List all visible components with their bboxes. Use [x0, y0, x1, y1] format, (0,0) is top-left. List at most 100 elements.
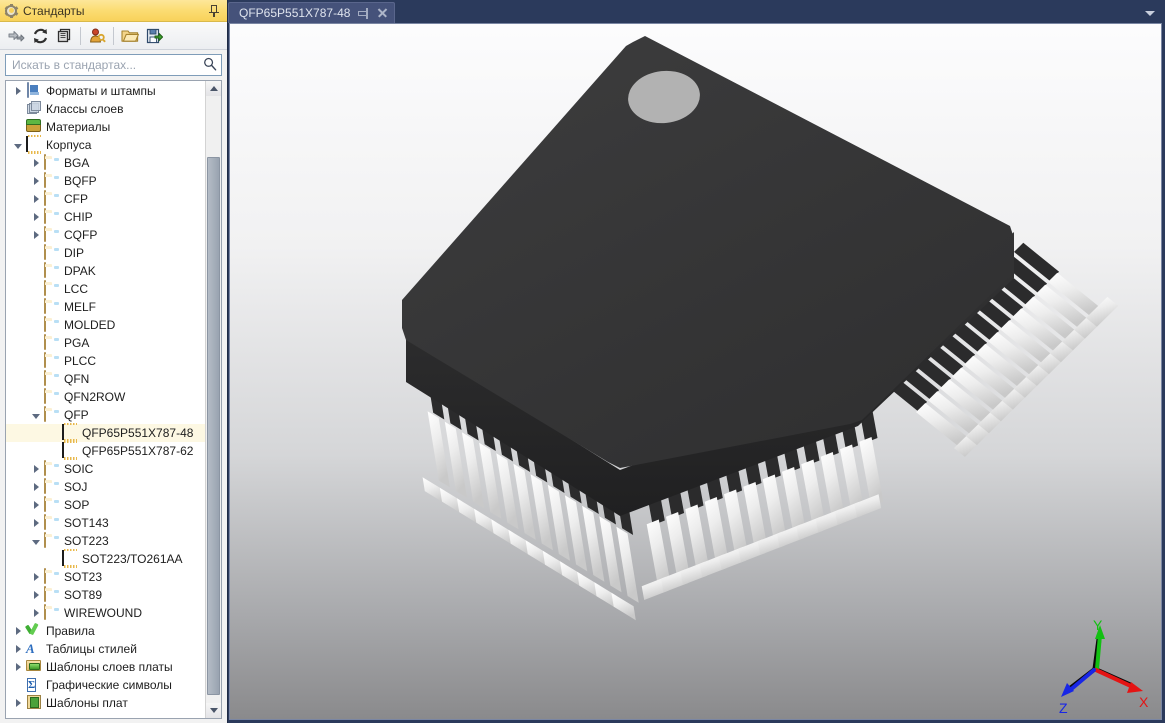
- tree-item[interactable]: CFP: [6, 190, 205, 208]
- tree-item[interactable]: Форматы и штампы: [6, 82, 205, 100]
- chevron-down-icon[interactable]: [1143, 8, 1157, 18]
- tree-expander-collapsed[interactable]: [28, 496, 44, 514]
- chip-lead: [427, 411, 450, 488]
- tree-expander-collapsed[interactable]: [28, 172, 44, 190]
- tree-item[interactable]: SOJ: [6, 478, 205, 496]
- panel-toolbar: [0, 22, 227, 50]
- tree-item[interactable]: BGA: [6, 154, 205, 172]
- tree-item[interactable]: PGA: [6, 334, 205, 352]
- tree-item[interactable]: SOP: [6, 496, 205, 514]
- tree-expander-collapsed[interactable]: [10, 82, 26, 100]
- tree-item[interactable]: Шаблоны плат: [6, 694, 205, 712]
- folder-icon: [44, 334, 60, 351]
- tree-item[interactable]: DIP: [6, 244, 205, 262]
- tree-item[interactable]: Материалы: [6, 118, 205, 136]
- tree-vertical-scrollbar[interactable]: [205, 81, 221, 718]
- tree-item[interactable]: SOT223/TO261AA: [6, 550, 205, 568]
- tree-item[interactable]: A Таблицы стилей: [6, 640, 205, 658]
- open-folder-icon[interactable]: [119, 25, 141, 47]
- tree-item-label: QFN: [64, 372, 90, 386]
- scrollbar-thumb[interactable]: [207, 157, 220, 695]
- chip-lead: [547, 484, 570, 561]
- standards-tree[interactable]: Форматы и штампы Классы слоев Материалы Кор…: [6, 81, 205, 718]
- search-icon: [204, 57, 217, 71]
- tree-item[interactable]: MELF: [6, 298, 205, 316]
- scroll-down-button[interactable]: [206, 703, 221, 718]
- search-box[interactable]: [5, 54, 222, 76]
- tree-item[interactable]: QFP65P551X787-48: [6, 424, 205, 442]
- tab-qfp65p551x787-48[interactable]: QFP65P551X787-48: [228, 2, 396, 23]
- tree-expander-collapsed[interactable]: [10, 658, 26, 676]
- panel-header: Стандарты: [0, 0, 227, 22]
- chip-lead: [461, 432, 485, 509]
- folder-icon: [44, 190, 60, 207]
- panel-pin-button[interactable]: [207, 3, 223, 19]
- tree-expander-collapsed[interactable]: [28, 154, 44, 172]
- tree-item[interactable]: SOT23: [6, 568, 205, 586]
- tree-item[interactable]: CHIP: [6, 208, 205, 226]
- tree-item[interactable]: QFN: [6, 370, 205, 388]
- panel-title: Стандарты: [23, 3, 85, 18]
- tree-item[interactable]: DPAK: [6, 262, 205, 280]
- tab-bar: QFP65P551X787-48: [228, 0, 1165, 23]
- folder-icon: [44, 352, 60, 369]
- tree-expander-collapsed[interactable]: [10, 640, 26, 658]
- chip-lead: [859, 437, 884, 507]
- save-export-icon[interactable]: [143, 25, 165, 47]
- duplicate-icon[interactable]: [53, 25, 75, 47]
- tree-item[interactable]: SOIC: [6, 460, 205, 478]
- chip-lead: [599, 516, 622, 593]
- tree-item[interactable]: Σ Графические символы: [6, 676, 205, 694]
- search-input[interactable]: [10, 55, 202, 75]
- tree-expander-collapsed[interactable]: [28, 514, 44, 532]
- tree-item[interactable]: Шаблоны слоев платы: [6, 658, 205, 676]
- user-permissions-icon[interactable]: [86, 25, 108, 47]
- tree-expander-expanded[interactable]: [28, 406, 44, 424]
- chip-lead: [444, 421, 467, 498]
- close-icon[interactable]: [376, 7, 388, 19]
- tree-expander-collapsed[interactable]: [10, 694, 26, 712]
- tree-item[interactable]: SOT89: [6, 586, 205, 604]
- model-viewport-3d[interactable]: X Y Z: [229, 23, 1162, 720]
- pin-icon[interactable]: [357, 7, 369, 19]
- tree-item[interactable]: LCC: [6, 280, 205, 298]
- tree-item[interactable]: Классы слоев: [6, 100, 205, 118]
- tree-expander-collapsed[interactable]: [28, 586, 44, 604]
- go-to-icon[interactable]: [5, 25, 27, 47]
- tree-item[interactable]: MOLDED: [6, 316, 205, 334]
- tree-item-label: SOT89: [64, 588, 103, 602]
- tree-expander-collapsed[interactable]: [28, 478, 44, 496]
- folder-icon: [44, 370, 60, 387]
- tree-item[interactable]: PLCC: [6, 352, 205, 370]
- tree-expander-expanded[interactable]: [28, 532, 44, 550]
- tree-item-label: SOT143: [64, 516, 109, 530]
- refresh-icon[interactable]: [29, 25, 51, 47]
- tree-expander-collapsed[interactable]: [10, 622, 26, 640]
- tree-expander-collapsed[interactable]: [28, 604, 44, 622]
- tree-item[interactable]: QFN2ROW: [6, 388, 205, 406]
- tree-item-label: Корпуса: [46, 138, 92, 152]
- tree-item-label: Шаблоны плат: [46, 696, 128, 710]
- tree-expander-collapsed[interactable]: [28, 460, 44, 478]
- tree-item[interactable]: SOT143: [6, 514, 205, 532]
- tree-item[interactable]: Корпуса: [6, 136, 205, 154]
- chip-lead: [582, 505, 605, 582]
- tree-item[interactable]: QFP: [6, 406, 205, 424]
- tree-item[interactable]: BQFP: [6, 172, 205, 190]
- scroll-up-button[interactable]: [206, 81, 221, 96]
- folder-icon: [44, 586, 60, 603]
- chip-icon: [62, 442, 78, 459]
- tree-expander-collapsed[interactable]: [28, 190, 44, 208]
- tree-item[interactable]: SOT223: [6, 532, 205, 550]
- application-window: Стандарты Искать в стандартах... Форматы…: [0, 0, 1165, 723]
- tree-expander-collapsed[interactable]: [28, 568, 44, 586]
- tree-expander-collapsed[interactable]: [28, 226, 44, 244]
- axis-y-label: Y: [1093, 617, 1103, 633]
- tree-item[interactable]: Правила: [6, 622, 205, 640]
- tree-expander-expanded[interactable]: [10, 136, 26, 154]
- tree-item[interactable]: WIREWOUND: [6, 604, 205, 622]
- tree-item[interactable]: CQFP: [6, 226, 205, 244]
- tree-expander-collapsed[interactable]: [28, 208, 44, 226]
- axis-orientation-indicator: X Y Z: [1059, 617, 1149, 716]
- tree-item[interactable]: QFP65P551X787-62: [6, 442, 205, 460]
